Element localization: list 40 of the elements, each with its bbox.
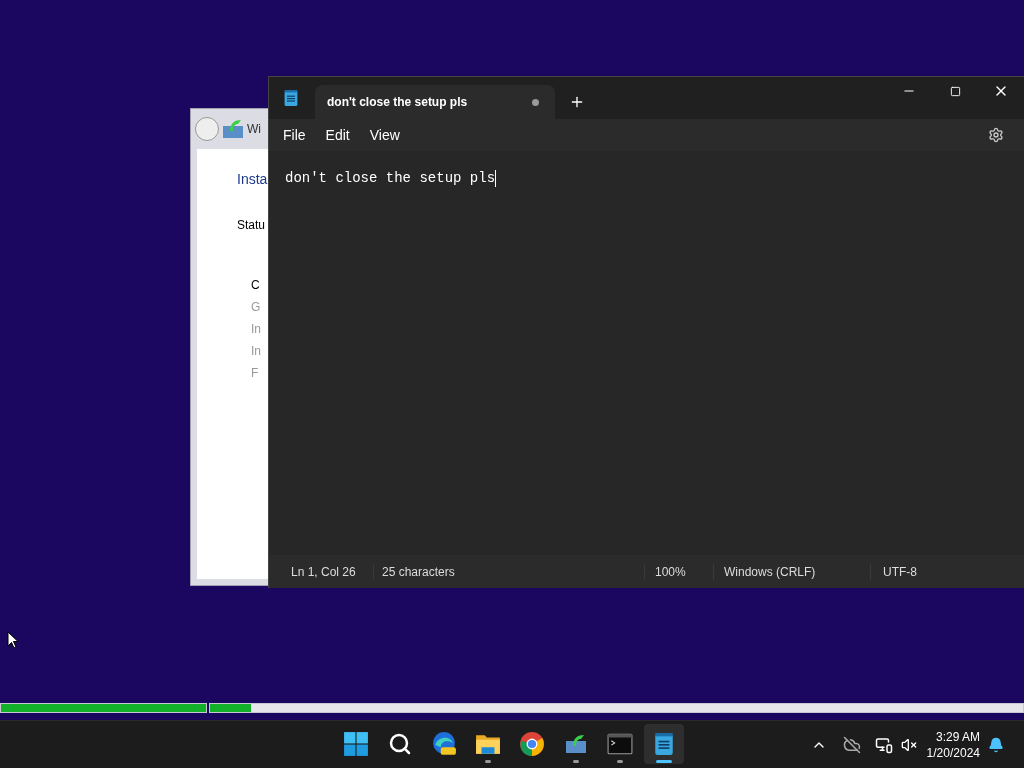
mouse-pointer-icon <box>7 631 19 649</box>
text-cursor <box>495 170 497 187</box>
menu-item[interactable]: Edit <box>315 124 360 146</box>
notepad-icon <box>283 89 299 107</box>
cursor-position: Ln 1, Col 26 <box>290 563 357 581</box>
windows-logo-icon <box>343 731 369 757</box>
cloud-off-icon[interactable] <box>842 735 861 754</box>
browser-wave-icon <box>431 731 457 757</box>
line-ending[interactable]: Windows (CRLF) <box>714 562 870 581</box>
search-icon <box>388 732 412 756</box>
encoding[interactable]: UTF-8 <box>871 562 917 581</box>
clock[interactable]: 3:29 AM 1/20/2024 <box>926 728 980 761</box>
browser-ball-icon <box>519 731 545 757</box>
step-group-title: C <box>251 277 261 294</box>
installer-icon <box>221 117 245 141</box>
menu-item[interactable]: View <box>359 124 410 146</box>
document-tab[interactable]: don't close the setup pls <box>315 85 555 119</box>
notepad-icon <box>653 732 675 756</box>
running-indicator <box>617 760 623 763</box>
tab-title: don't close the setup pls <box>327 94 469 111</box>
running-indicator <box>656 760 672 763</box>
clock-date: 1/20/2024 <box>926 744 980 761</box>
installer-icon <box>564 732 588 756</box>
window-title: Wi <box>247 121 261 138</box>
notification-bell-icon[interactable] <box>988 736 1004 753</box>
document-text: don't close the setup pls <box>285 169 496 188</box>
terminal-icon <box>607 731 633 757</box>
maximize-button[interactable] <box>949 85 961 97</box>
character-count: 25 characters <box>381 563 456 581</box>
new-tab-button[interactable] <box>569 94 585 110</box>
zoom-level[interactable]: 100% <box>645 562 713 581</box>
network-icon[interactable] <box>874 735 893 754</box>
running-indicator <box>573 760 579 763</box>
clock-time: 3:29 AM <box>935 728 980 745</box>
running-indicator <box>485 760 491 763</box>
menu-item[interactable]: File <box>273 124 316 146</box>
status-label: Statu <box>237 217 267 234</box>
volume-muted-icon[interactable] <box>900 736 917 753</box>
settings-icon[interactable] <box>988 127 1004 143</box>
taskbar-app[interactable] <box>644 724 684 764</box>
